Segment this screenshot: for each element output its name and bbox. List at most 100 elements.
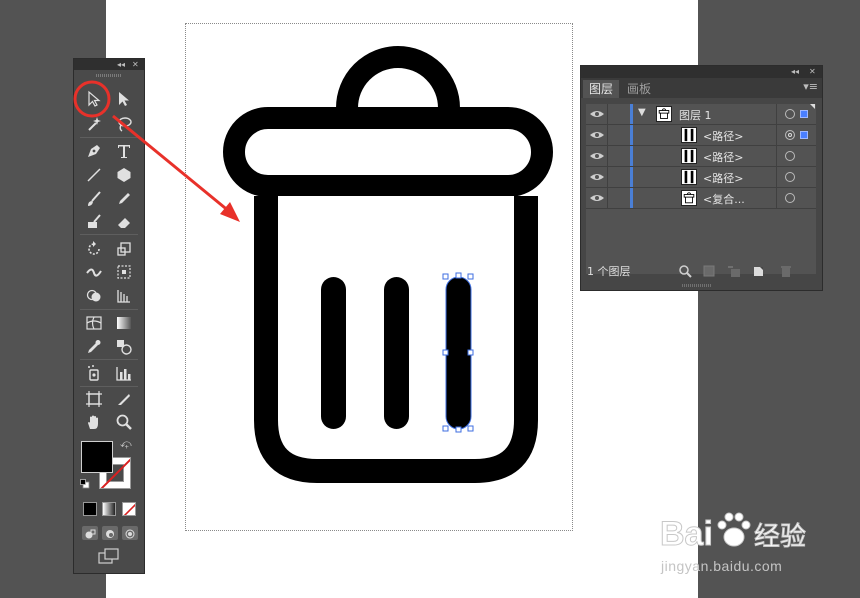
eraser-tool-icon[interactable] [113,212,135,232]
path-thumbnail [681,127,697,143]
draw-behind-icon[interactable] [102,526,118,540]
target-circle-icon[interactable] [785,172,795,182]
slice-tool-icon[interactable] [113,389,135,409]
layer-corner-indicator-icon [810,104,815,109]
visibility-eye-icon[interactable] [588,168,606,186]
paw-print-icon [717,512,751,547]
close-panel-icon[interactable]: ✕ [132,59,139,70]
shape-builder-tool-icon[interactable] [83,286,105,306]
target-circle-icon[interactable] [785,193,795,203]
draw-inside-icon[interactable] [122,526,138,540]
screen-mode-icon[interactable] [98,548,120,564]
swap-fill-stroke-icon[interactable]: ⤽ [120,437,132,451]
create-new-layer-icon[interactable] [752,264,766,278]
draw-normal-icon[interactable] [82,526,98,540]
color-mode-button[interactable] [83,502,97,516]
pencil-tool-icon[interactable] [113,189,135,209]
collapse-panel-icon[interactable]: ◂◂ [791,66,799,78]
trash-can-handle[interactable] [336,46,460,109]
compound-path-name[interactable]: <复合... [703,191,745,207]
target-circle-icon[interactable] [785,109,795,119]
target-circle-icon[interactable] [785,151,795,161]
width-tool-icon[interactable] [83,262,105,282]
path-thumbnail [681,169,697,185]
gradient-tool-icon[interactable] [113,313,135,333]
polygon-tool-icon[interactable] [113,165,135,185]
rotate-tool-icon[interactable] [83,239,105,259]
layer-row-path-1[interactable]: <路径> [586,125,816,146]
visibility-eye-icon[interactable] [588,105,606,123]
layer-row-compound-path[interactable]: <复合... [586,188,816,209]
zoom-tool-icon[interactable] [113,412,135,432]
trash-can-bar-3-selected[interactable] [446,277,471,429]
symbol-sprayer-tool-icon[interactable] [83,363,105,383]
panel-menu-icon[interactable]: ▾≡ [803,80,818,93]
fill-color-swatch[interactable] [81,441,113,473]
visibility-eye-icon[interactable] [588,126,606,144]
paintbrush-tool-icon[interactable] [83,189,105,209]
type-tool-icon[interactable] [113,141,135,161]
delete-layer-trash-icon[interactable] [779,264,793,278]
column-graph-tool-icon[interactable] [113,363,135,383]
layers-footer: 1 个图层 [581,261,822,281]
layer-thumbnail [656,106,672,122]
svg-text:经验: 经验 [754,522,806,552]
column-divider [776,125,777,145]
hand-tool-icon[interactable] [83,412,105,432]
tab-artboards[interactable]: 画板 [621,80,657,98]
column-divider [776,167,777,187]
layers-list[interactable]: ▼ 图层 1 <路径> <路径> <路径> <复合... [586,104,816,274]
perspective-grid-tool-icon[interactable] [113,286,135,306]
layers-panel-titlebar[interactable]: ◂◂ ✕ [581,66,822,78]
layer-name[interactable]: 图层 1 [679,107,712,123]
tools-separator [80,309,138,310]
layer-row-path-3[interactable]: <路径> [586,167,816,188]
selection-tool-icon[interactable] [83,89,105,109]
visibility-eye-icon[interactable] [588,189,606,207]
layer-row-layer-1[interactable]: ▼ 图层 1 [586,104,816,125]
layer-color-bar [630,125,633,145]
svg-text:Bai: Bai [660,515,713,553]
trash-can-bar-1[interactable] [321,277,346,429]
panel-resize-grip[interactable] [682,284,712,287]
locate-object-icon[interactable] [678,264,692,278]
layer-row-path-2[interactable]: <路径> [586,146,816,167]
trash-can-lid[interactable] [223,107,553,197]
mesh-tool-icon[interactable] [83,313,105,333]
layers-panel[interactable]: ◂◂ ✕ 图层 画板 ▾≡ ▼ 图层 1 <路径> <路径> <路径> <复合.… [580,65,823,291]
target-circle-icon[interactable] [785,130,795,140]
selection-indicator[interactable] [800,110,808,118]
create-sublayer-icon[interactable] [727,264,741,278]
trash-can-bar-2[interactable] [384,277,409,429]
visibility-eye-icon[interactable] [588,147,606,165]
direct-selection-tool-icon[interactable] [113,89,135,109]
line-tool-icon[interactable] [83,165,105,185]
path-name[interactable]: <路径> [703,128,743,144]
column-divider [776,188,777,208]
none-mode-button[interactable] [122,502,136,516]
expand-triangle-icon[interactable]: ▼ [638,107,646,118]
layer-color-bar [630,167,633,187]
path-name[interactable]: <路径> [703,170,743,186]
lasso-tool-icon[interactable] [113,114,135,134]
gradient-mode-button[interactable] [102,502,116,516]
panel-grip[interactable] [96,74,122,77]
magic-wand-tool-icon[interactable] [83,114,105,134]
pen-tool-icon[interactable] [83,141,105,161]
blob-brush-tool-icon[interactable] [83,212,105,232]
free-transform-tool-icon[interactable] [113,262,135,282]
selection-indicator[interactable] [800,131,808,139]
make-clipping-mask-icon[interactable] [702,264,716,278]
artboard-tool-icon[interactable] [83,389,105,409]
tools-panel-titlebar[interactable]: ◂◂ ✕ [74,59,144,70]
collapse-panel-icon[interactable]: ◂◂ [117,59,125,70]
eyedropper-tool-icon[interactable] [83,337,105,357]
close-panel-icon[interactable]: ✕ [809,66,816,78]
path-name[interactable]: <路径> [703,149,743,165]
compound-path-thumbnail [681,190,697,206]
tab-layers[interactable]: 图层 [583,80,620,98]
default-fill-stroke-icon[interactable] [80,479,90,489]
blend-tool-icon[interactable] [113,337,135,357]
tools-panel[interactable]: ◂◂ ✕ ⤽ [73,58,145,574]
scale-tool-icon[interactable] [113,239,135,259]
